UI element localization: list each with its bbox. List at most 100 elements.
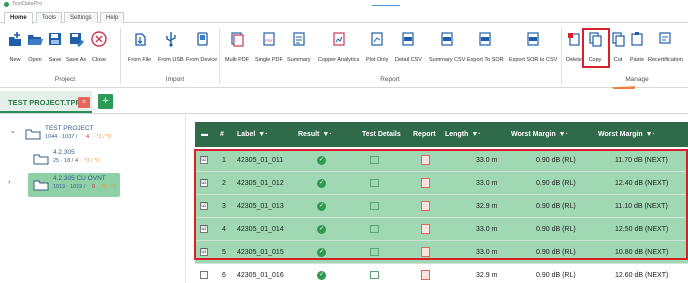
save-button[interactable]: Save <box>46 28 64 66</box>
paste-label: Paste <box>629 57 645 63</box>
from-usb-button[interactable]: From USB <box>158 28 184 66</box>
delete-button[interactable]: Delete <box>565 28 583 66</box>
export-to-sor-button[interactable]: Export To SOR <box>467 28 504 66</box>
copper-analytics-button[interactable]: Copper Analytics <box>318 28 359 66</box>
tree-node-test-project[interactable]: ⌄ TEST PROJECT 1044 · 1037 / 4 · *3 / *0 <box>0 121 186 145</box>
filter-icon[interactable]: ▼· <box>559 131 568 138</box>
export-to-sor-label: Export To SOR <box>467 57 504 63</box>
copper-analytics-label: Copper Analytics <box>318 57 360 63</box>
close-button[interactable]: Close <box>90 28 108 66</box>
paste-button[interactable]: Paste <box>628 28 646 66</box>
tree-node-count: 1044 · 1037 / <box>45 134 78 140</box>
row-length: 32.9 m <box>476 272 498 279</box>
row-worst-margin-next: 12.60 dB (NEXT) <box>615 272 669 279</box>
close-circle-icon <box>90 29 108 49</box>
col-worst-margin-1[interactable]: Worst Margin ▼· <box>511 122 568 147</box>
col-report[interactable]: Report <box>413 122 436 147</box>
summary-button[interactable]: Summary <box>287 28 311 66</box>
new-button[interactable]: New <box>6 28 24 66</box>
import-file-icon <box>131 29 149 49</box>
menu-tabs: Home Tools Settings Help <box>0 11 688 24</box>
csv-icon <box>399 29 417 49</box>
report-pdf-icon[interactable] <box>421 270 430 280</box>
add-project-button[interactable]: + <box>98 94 113 109</box>
export-sor-to-csv-button[interactable]: Export SOR to CSV <box>509 28 557 66</box>
project-tab-name: TEST PROJECT.TPP <box>8 98 81 107</box>
multi-pdf-icon <box>228 29 246 49</box>
detail-csv-label: Detail CSV <box>395 57 422 63</box>
detail-csv-button[interactable]: Detail CSV <box>395 28 422 66</box>
single-pdf-label: Single PDF <box>255 57 283 63</box>
plot-icon <box>368 29 386 49</box>
new-label: New <box>9 57 21 63</box>
from-file-button[interactable]: From File <box>128 28 151 66</box>
device-icon <box>193 29 211 49</box>
filter-icon[interactable]: ▼· <box>258 131 267 138</box>
select-all-checkbox[interactable]: ▬ <box>201 122 208 147</box>
table-row[interactable]: 6 42305_01_016 ✓ 32.9 m 0.90 dB (RL) 12.60 dB… <box>195 264 688 283</box>
folder-open-icon <box>26 29 44 49</box>
close-tab-icon[interactable]: × <box>78 97 90 108</box>
filter-icon[interactable]: ▼· <box>646 131 655 138</box>
tree-node-count: 1019 · 1019 / <box>53 184 86 190</box>
folder-icon <box>25 129 41 140</box>
filter-icon[interactable]: ▼· <box>322 131 331 138</box>
plot-only-label: Plot Only <box>366 57 389 63</box>
open-button[interactable]: Open <box>26 28 44 66</box>
tab-home[interactable]: Home <box>4 12 33 24</box>
recertification-button[interactable]: Recertification <box>648 28 683 66</box>
close-label: Close <box>91 57 107 63</box>
tab-tools[interactable]: Tools <box>36 12 63 23</box>
svg-text:PDF: PDF <box>265 38 274 43</box>
project-tab[interactable]: TEST PROJECT.TPP × <box>0 91 92 113</box>
col-label[interactable]: Label ▼· <box>237 122 268 147</box>
save-as-label: Save As <box>66 57 87 63</box>
from-device-label: From Device <box>186 57 218 63</box>
multi-pdf-label: Multi PDF <box>225 57 250 63</box>
expand-chevron-icon[interactable]: › <box>8 179 10 186</box>
tree-node-warn-count: · *3 / *0 <box>81 158 100 164</box>
sor-icon <box>476 29 494 49</box>
col-worst-margin-1-text: Worst Margin <box>511 131 556 138</box>
col-number[interactable]: # <box>220 122 224 147</box>
expand-chevron-icon[interactable]: ⌄ <box>10 127 16 135</box>
project-tree: ⌄ TEST PROJECT 1044 · 1037 / 4 · *3 / *0… <box>0 115 186 283</box>
col-length[interactable]: Length ▼· <box>445 122 481 147</box>
folder-icon <box>33 154 49 165</box>
col-test-details[interactable]: Test Details <box>362 122 401 147</box>
tree-node-count: 25 · 18 / <box>53 158 74 164</box>
row-checkbox[interactable] <box>200 271 208 279</box>
save-as-icon <box>67 29 85 49</box>
delete-icon <box>565 29 583 49</box>
tab-settings[interactable]: Settings <box>64 12 98 23</box>
from-device-button[interactable]: From Device <box>186 28 217 66</box>
cut-label: Cut <box>613 57 623 63</box>
tree-node-warn-count: · *0 / *0 <box>98 184 117 190</box>
test-details-icon[interactable] <box>370 271 379 279</box>
plot-only-button[interactable]: Plot Only <box>366 28 388 66</box>
summary-csv-button[interactable]: Summary CSV <box>429 28 465 66</box>
tree-node-label: 4.2.305 <box>53 149 75 156</box>
col-worst-margin-2[interactable]: Worst Margin ▼· <box>598 122 655 147</box>
tree-node-fail-count: 0 <box>92 184 96 190</box>
sor-csv-icon <box>524 29 542 49</box>
cut-icon <box>609 29 627 49</box>
tree-node-label: TEST PROJECT <box>45 125 94 132</box>
project-tab-bar: TEST PROJECT.TPP × + <box>0 89 688 114</box>
col-result[interactable]: Result ▼· <box>298 122 332 147</box>
save-as-button[interactable]: Save As <box>66 28 86 66</box>
from-usb-label: From USB <box>158 57 184 63</box>
export-sor-to-csv-label: Export SOR to CSV <box>509 57 558 63</box>
multi-pdf-button[interactable]: Multi PDF <box>225 28 249 66</box>
tree-node-warn-count: · *3 / *0 <box>93 134 112 140</box>
pdf-icon: PDF <box>260 29 278 49</box>
row-label: 42305_01_016 <box>237 272 284 279</box>
tree-node-4-2-305-cu-ovnt[interactable]: › 4.2.305 CU OVNT 1019 · 1019 / 0 · *0 /… <box>8 173 120 197</box>
filter-icon[interactable]: ▼· <box>471 131 480 138</box>
tree-node-4-2-305[interactable]: 4.2.305 25 · 18 / 4 · *3 / *0 <box>0 147 186 171</box>
tab-help[interactable]: Help <box>100 12 125 23</box>
single-pdf-button[interactable]: PDF Single PDF <box>255 28 283 66</box>
cut-button[interactable]: Cut <box>609 28 627 66</box>
from-file-label: From File <box>128 57 152 63</box>
project-group-label: Project <box>54 76 76 83</box>
